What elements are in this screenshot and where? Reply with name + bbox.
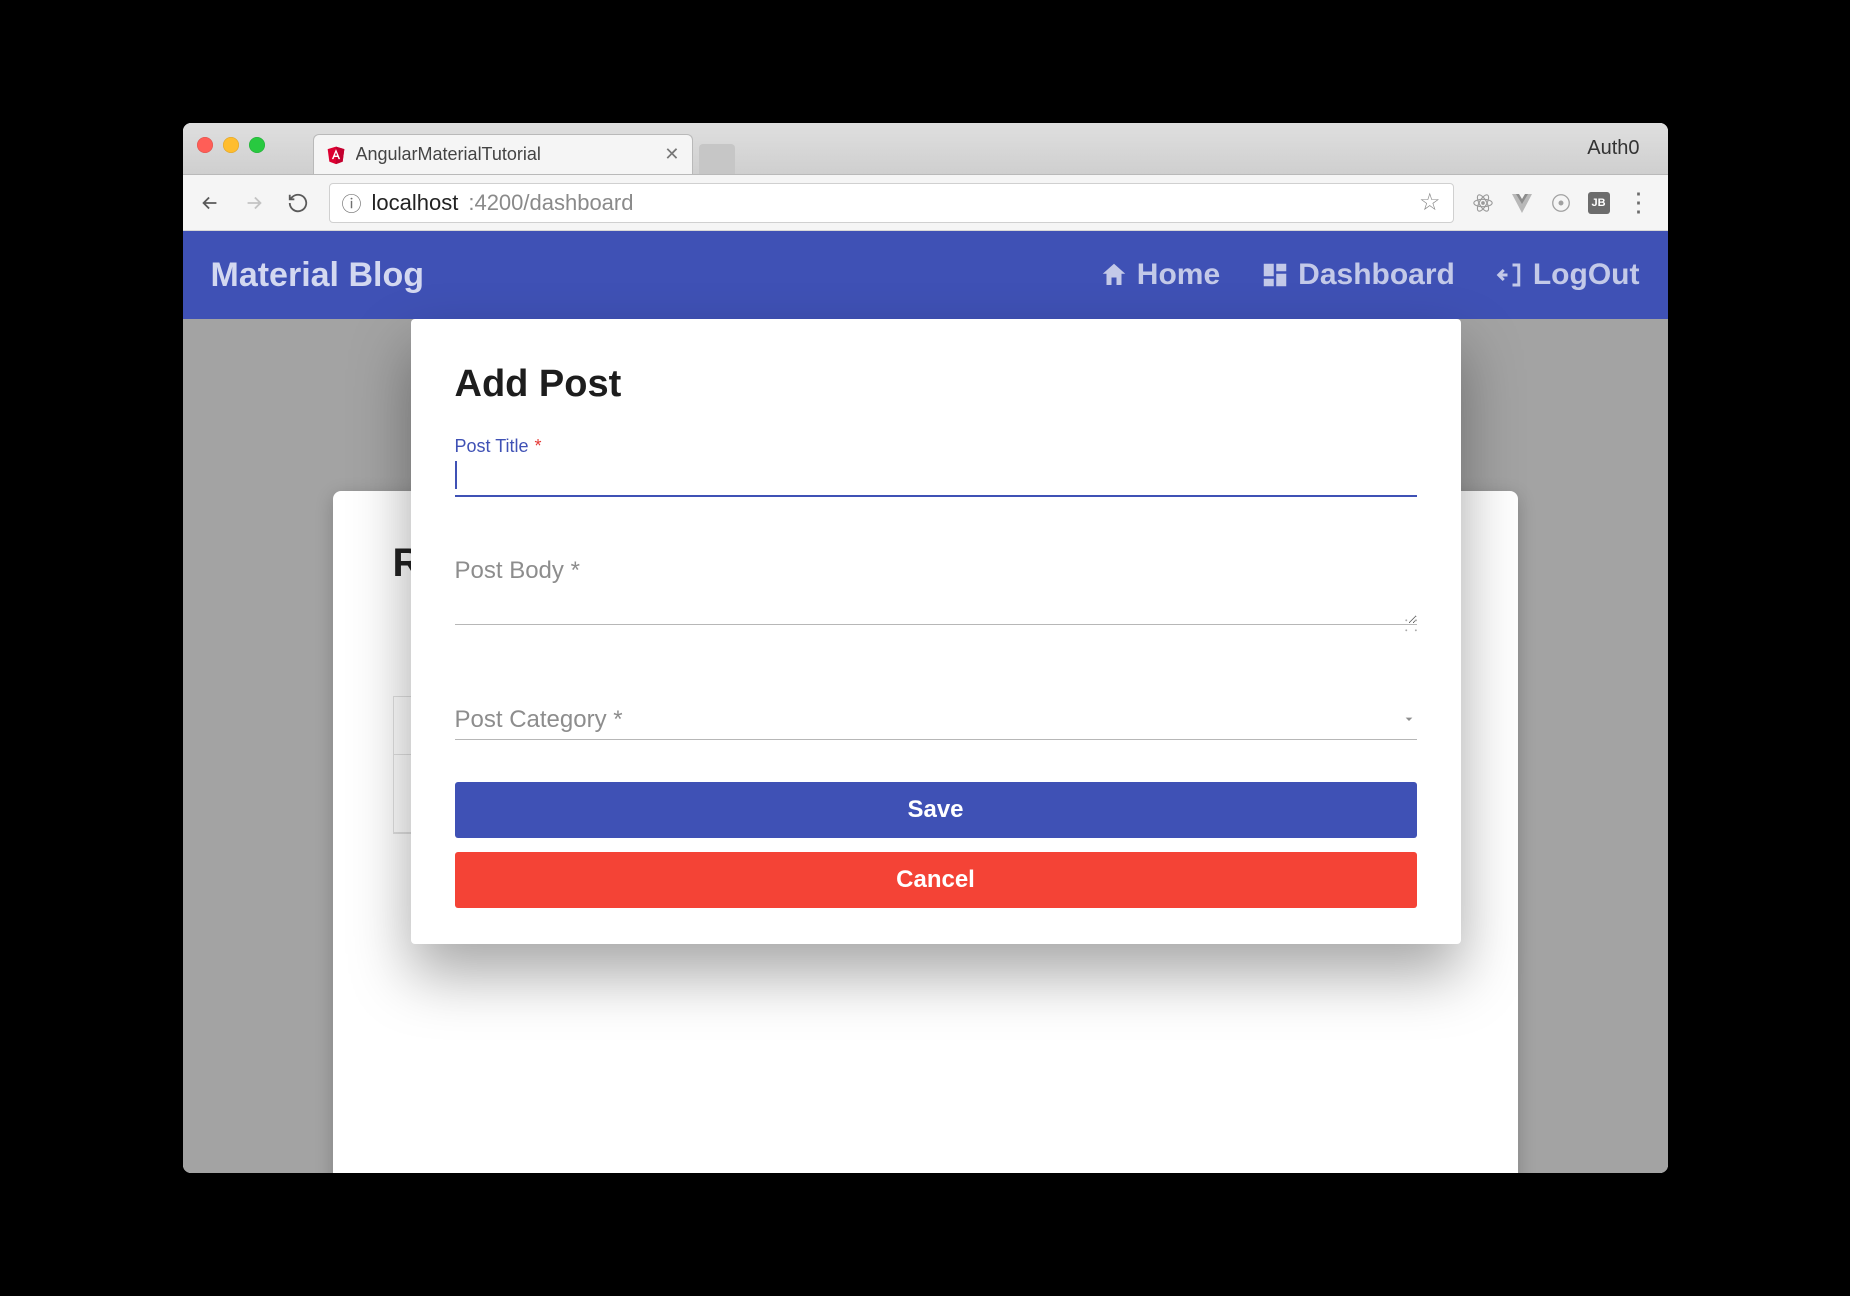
cancel-button[interactable]: Cancel: [455, 852, 1417, 908]
post-title-label: Post Title *: [455, 436, 1417, 457]
extension-circle-icon[interactable]: [1550, 192, 1572, 214]
new-tab-button[interactable]: [699, 144, 735, 174]
address-bar[interactable]: ⓘ localhost :4200/dashboard ☆: [329, 183, 1454, 223]
dialog-title: Add Post: [455, 363, 1417, 406]
field-post-body: Post Body * ⸬: [455, 557, 1417, 630]
dashboard-icon: [1260, 260, 1290, 290]
post-body-label: Post Body *: [455, 557, 1417, 585]
browser-window: AngularMaterialTutorial ✕ Auth0 ⓘ localh…: [183, 123, 1668, 1173]
nav-dashboard-label: Dashboard: [1298, 258, 1455, 292]
app-nav: Home Dashboard LogOut: [1099, 258, 1640, 292]
post-title-input[interactable]: [455, 457, 1417, 497]
nav-reload-button[interactable]: [285, 190, 311, 216]
browser-tabstrip: AngularMaterialTutorial ✕: [313, 123, 735, 174]
post-body-textarea[interactable]: [455, 585, 1417, 625]
window-titlebar: AngularMaterialTutorial ✕ Auth0: [183, 123, 1668, 175]
nav-dashboard[interactable]: Dashboard: [1260, 258, 1455, 292]
app-toolbar: Material Blog Home Dashboard LogOut: [183, 231, 1668, 319]
post-category-select[interactable]: Post Category *: [455, 700, 1417, 740]
logout-icon: [1495, 260, 1525, 290]
browser-extensions: JB ⋮: [1472, 187, 1654, 218]
url-host: localhost: [372, 190, 459, 216]
url-path: :4200/dashboard: [468, 190, 633, 216]
bookmark-star-icon[interactable]: ☆: [1419, 188, 1441, 217]
window-controls: [197, 137, 265, 153]
text-caret: [455, 461, 457, 489]
required-marker: *: [535, 436, 542, 457]
field-post-category: Post Category *: [455, 700, 1417, 740]
window-maximize-button[interactable]: [249, 137, 265, 153]
nav-home[interactable]: Home: [1099, 258, 1220, 292]
post-category-label: Post Category *: [455, 706, 623, 734]
nav-back-button[interactable]: [197, 190, 223, 216]
nav-logout[interactable]: LogOut: [1495, 258, 1640, 292]
tab-close-icon[interactable]: ✕: [664, 144, 679, 165]
save-button[interactable]: Save: [455, 782, 1417, 838]
field-post-title: Post Title *: [455, 436, 1417, 497]
site-info-icon[interactable]: ⓘ: [342, 188, 362, 217]
browser-tab-active[interactable]: AngularMaterialTutorial ✕: [313, 134, 693, 174]
dropdown-caret-icon: [1401, 706, 1417, 734]
jetbrains-extension-icon[interactable]: JB: [1588, 192, 1610, 214]
nav-logout-label: LogOut: [1533, 258, 1640, 292]
window-minimize-button[interactable]: [223, 137, 239, 153]
app-brand: Material Blog: [211, 256, 1099, 295]
chrome-profile-label[interactable]: Auth0: [1587, 137, 1639, 160]
browser-tab-title: AngularMaterialTutorial: [356, 144, 655, 165]
browser-urlbar: ⓘ localhost :4200/dashboard ☆ JB ⋮: [183, 175, 1668, 231]
page-viewport: Material Blog Home Dashboard LogOut: [183, 231, 1668, 1173]
vue-devtools-icon[interactable]: [1510, 191, 1534, 215]
nav-forward-button[interactable]: [241, 190, 267, 216]
home-icon: [1099, 260, 1129, 290]
add-post-dialog: Add Post Post Title * Post Body * ⸬ Post…: [411, 319, 1461, 944]
chrome-menu-icon[interactable]: ⋮: [1626, 187, 1654, 218]
nav-home-label: Home: [1137, 258, 1220, 292]
window-close-button[interactable]: [197, 137, 213, 153]
angular-icon: [326, 145, 346, 165]
react-devtools-icon[interactable]: [1472, 192, 1494, 214]
